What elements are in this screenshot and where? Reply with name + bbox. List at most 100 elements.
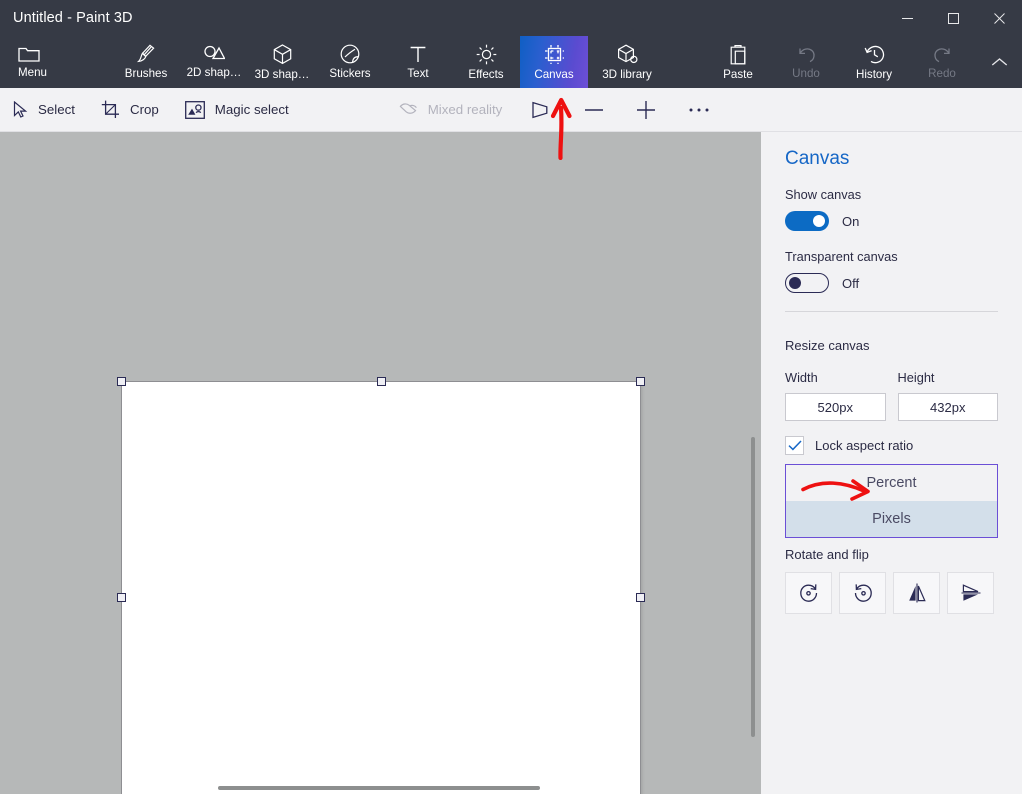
transparent-canvas-label: Transparent canvas [785, 249, 898, 264]
chevron-up-icon [991, 57, 1007, 66]
2d-shapes-icon [204, 45, 225, 60]
canvas-icon [544, 44, 564, 64]
flip-horizontal-button[interactable] [893, 572, 940, 614]
ribbon-tab-label: 3D library [602, 67, 652, 81]
maximize-button[interactable] [930, 0, 976, 36]
selection-handle-top-left[interactable] [117, 377, 126, 386]
ribbon-tab-canvas[interactable]: Canvas [520, 36, 588, 88]
ribbon-tab-redo: Redo [908, 36, 976, 88]
magic-select-button[interactable]: Magic select [172, 88, 302, 132]
paste-icon [730, 44, 746, 64]
flip-vertical-icon [961, 584, 980, 601]
width-input[interactable] [785, 393, 886, 421]
flip-horizontal-icon [908, 583, 926, 603]
toggle-knob [813, 215, 825, 227]
width-height-row: Width Height [785, 370, 998, 421]
ribbon-tab-label: Stickers [329, 67, 371, 80]
ribbon-tab-paste[interactable]: Paste [704, 36, 772, 88]
ribbon-tab-3d-shapes[interactable]: 3D shap… [248, 36, 316, 88]
height-input[interactable] [897, 393, 998, 421]
select-tool-label: Select [38, 102, 75, 117]
ribbon-tab-3d-library[interactable]: 3D library [588, 36, 666, 88]
ribbon-tab-history[interactable]: History [840, 36, 908, 88]
width-label: Width [785, 370, 818, 385]
redo-icon [933, 47, 950, 62]
height-label: Height [897, 370, 935, 385]
ribbon-tab-undo: Undo [772, 36, 840, 88]
ribbon-tab-label: 2D shap… [186, 66, 242, 79]
lock-aspect-ratio-checkbox[interactable] [785, 436, 804, 455]
selection-handle-top-center[interactable] [376, 377, 386, 386]
history-icon [864, 45, 884, 63]
ribbon-tab-text[interactable]: Text [384, 36, 452, 88]
show-canvas-state: On [842, 213, 860, 229]
ribbon-tab-label: Effects [468, 67, 504, 81]
ribbon-tab-2d-shapes[interactable]: 2D shap… [180, 36, 248, 88]
zoom-in-button[interactable] [620, 88, 672, 132]
folder-icon [18, 47, 40, 62]
flip-vertical-button[interactable] [947, 572, 994, 614]
mixed-reality-button: Mixed reality [386, 88, 516, 132]
resize-canvas-label: Resize canvas [785, 338, 870, 353]
select-cursor-icon [13, 100, 28, 118]
vertical-scrollbar[interactable] [751, 437, 755, 737]
transparent-canvas-row: Off [785, 273, 998, 293]
transparent-canvas-state: Off [842, 275, 860, 291]
crop-tool-label: Crop [129, 102, 159, 117]
stickers-icon [340, 44, 360, 64]
more-options-button[interactable] [672, 88, 726, 132]
checkmark-icon [787, 440, 802, 451]
horizontal-scrollbar[interactable] [218, 786, 540, 790]
rotate-and-flip-label: Rotate and flip [785, 547, 869, 562]
title-bar: Untitled - Paint 3D [0, 0, 1022, 36]
collapse-ribbon-button[interactable] [976, 36, 1022, 88]
canvas-sheet[interactable] [122, 382, 640, 794]
ribbon-tab-label: Redo [928, 66, 956, 80]
ribbon-tab-menu[interactable]: Menu [0, 36, 70, 88]
select-tool-button[interactable]: Select [0, 88, 88, 132]
show-canvas-toggle[interactable] [785, 211, 829, 231]
rotate-left-button[interactable] [785, 572, 832, 614]
mixed-reality-label: Mixed reality [427, 102, 503, 117]
minimize-button[interactable] [884, 0, 930, 36]
view-3d-button[interactable] [515, 88, 568, 132]
rotate-left-icon [799, 584, 817, 602]
selection-handle-middle-left[interactable] [117, 593, 126, 602]
magic-select-icon [184, 100, 205, 119]
3d-library-icon [617, 44, 637, 63]
canvas-workspace[interactable] [0, 132, 761, 794]
plus-icon [637, 100, 656, 119]
zoom-out-button[interactable] [568, 88, 620, 132]
transparent-canvas-toggle[interactable] [785, 273, 829, 293]
units-dropdown[interactable]: Percent Pixels [785, 464, 998, 538]
ribbon-toolbar: Menu Brushes 2D shap… 3D shap… Stickers … [0, 36, 1022, 88]
panel-title: Canvas [785, 148, 850, 169]
ribbon-tab-label: Canvas [534, 67, 574, 81]
effects-icon [476, 44, 496, 64]
window-controls [884, 0, 1022, 36]
selection-handle-top-right[interactable] [636, 377, 645, 386]
crop-tool-button[interactable]: Crop [88, 88, 172, 132]
show-canvas-row: On [785, 211, 998, 231]
height-group: Height [897, 370, 998, 421]
undo-icon [798, 47, 815, 62]
rotate-right-button[interactable] [839, 572, 886, 614]
3d-view-icon [532, 101, 548, 118]
sub-toolbar: Select Crop Magic select Mixed reality [0, 88, 1022, 132]
selection-handle-middle-right[interactable] [636, 593, 645, 602]
close-icon [993, 12, 1005, 24]
lock-aspect-ratio-row[interactable]: Lock aspect ratio [785, 436, 998, 455]
ribbon-tab-effects[interactable]: Effects [452, 36, 520, 88]
close-button[interactable] [976, 0, 1022, 36]
dropdown-option-pixels[interactable]: Pixels [786, 501, 997, 537]
ribbon-tab-brushes[interactable]: Brushes [112, 36, 180, 88]
minus-icon [585, 108, 604, 111]
dropdown-option-percent[interactable]: Percent [786, 465, 997, 501]
ribbon-tab-stickers[interactable]: Stickers [316, 36, 384, 88]
ribbon-tab-label: Brushes [124, 67, 168, 80]
ellipsis-icon [689, 108, 709, 111]
brush-icon [136, 44, 155, 63]
main-body: Canvas Show canvas On Transparent canvas… [0, 132, 1022, 794]
minimize-icon [901, 17, 913, 19]
window-title: Untitled - Paint 3D [13, 10, 133, 26]
